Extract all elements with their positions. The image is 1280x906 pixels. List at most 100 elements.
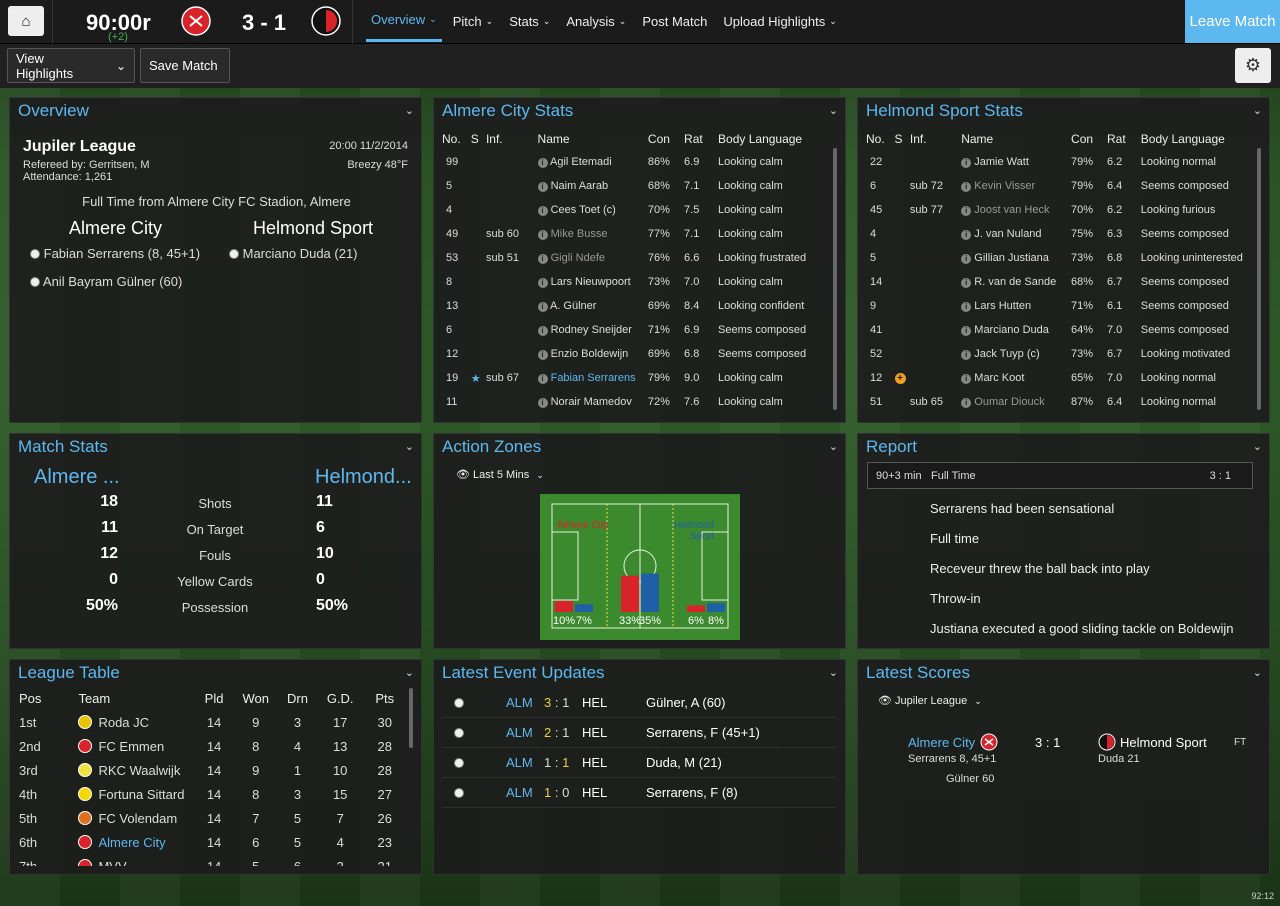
column-header[interactable]: Rat: [684, 128, 718, 150]
column-header[interactable]: Rat: [1107, 128, 1141, 150]
table-team[interactable]: Roda JC: [78, 710, 195, 734]
settings-button[interactable]: ⚙: [1235, 48, 1271, 83]
table-row[interactable]: 1st Roda JC 14 9 3 17 30: [19, 710, 405, 734]
leave-match-button[interactable]: Leave Match: [1185, 0, 1280, 43]
player-row[interactable]: 13 i A. Gülner 69% 8.4 Looking confident: [438, 294, 845, 318]
event-row[interactable]: ALM 2 : 1 HEL Serrarens, F (45+1): [442, 718, 836, 748]
column-header[interactable]: G.D.: [316, 686, 365, 710]
column-header[interactable]: Name: [961, 128, 1071, 150]
info-icon[interactable]: i: [961, 254, 972, 264]
scrollbar[interactable]: [833, 148, 837, 410]
chevron-down-icon[interactable]: ⌄: [829, 104, 838, 117]
table-row[interactable]: 2nd FC Emmen 14 8 4 13 28: [19, 734, 405, 758]
player-name[interactable]: i Cees Toet (c): [537, 198, 648, 222]
time-filter-dropdown[interactable]: 👁 Last 5 Mins ⌄: [456, 468, 544, 481]
scrollbar[interactable]: [409, 688, 413, 748]
player-name[interactable]: i Rodney Sneijder: [537, 318, 648, 342]
player-name[interactable]: i Jack Tuyp (c): [961, 342, 1071, 366]
info-icon[interactable]: i: [537, 182, 548, 192]
league-filter-dropdown[interactable]: 👁 Jupiler League ⌄: [878, 694, 982, 707]
column-header[interactable]: Con: [1071, 128, 1107, 150]
column-header[interactable]: Pos: [19, 686, 78, 710]
chevron-down-icon[interactable]: ⌄: [1253, 440, 1262, 453]
player-name[interactable]: i Kevin Visser: [961, 174, 1071, 198]
table-row[interactable]: 3rd RKC Waalwijk 14 9 1 10 28: [19, 758, 405, 782]
info-icon[interactable]: i: [537, 230, 548, 240]
column-header[interactable]: S: [471, 128, 486, 150]
player-name[interactable]: i Gillian Justiana: [961, 246, 1071, 270]
table-team[interactable]: Almere City: [78, 830, 195, 854]
player-name[interactable]: i Marciano Duda: [961, 318, 1071, 342]
player-row[interactable]: 19 ★ sub 67 i Fabian Serrarens 79% 9.0 Looking…: [438, 366, 845, 390]
player-name[interactable]: i Fabian Serrarens: [537, 366, 648, 390]
player-row[interactable]: 4 i Cees Toet (c) 70% 7.5 Looking calm: [438, 198, 845, 222]
tab-pitch[interactable]: Pitch ⌄: [448, 0, 498, 42]
scrollbar[interactable]: [1257, 148, 1261, 410]
info-icon[interactable]: i: [961, 350, 972, 360]
player-name[interactable]: i Marc Koot: [961, 366, 1071, 390]
info-icon[interactable]: i: [537, 278, 548, 288]
info-icon[interactable]: i: [537, 254, 548, 264]
player-name[interactable]: i Oumar Diouck: [961, 390, 1071, 414]
chevron-down-icon[interactable]: ⌄: [405, 104, 414, 117]
player-name[interactable]: i Mike Busse: [537, 222, 648, 246]
player-row[interactable]: 6 sub 72 i Kevin Visser 79% 6.4 Seems compose…: [862, 174, 1269, 198]
player-row[interactable]: 53 sub 51 i Gigli Ndefe 76% 6.6 Looking frust…: [438, 246, 845, 270]
player-name[interactable]: i Norair Mamedov: [537, 390, 648, 414]
player-row[interactable]: 4 i J. van Nuland 75% 6.3 Seems composed: [862, 222, 1269, 246]
player-name[interactable]: i Enzio Boldewijn: [537, 342, 648, 366]
column-header[interactable]: Pts: [364, 686, 405, 710]
column-header[interactable]: Inf.: [910, 128, 961, 150]
player-row[interactable]: 45 sub 77 i Joost van Heck 70% 6.2 Looking fu…: [862, 198, 1269, 222]
table-row[interactable]: 7th MVV 14 5 6 3 21: [19, 854, 405, 866]
player-name[interactable]: i Jamie Watt: [961, 150, 1071, 174]
column-header[interactable]: Won: [232, 686, 279, 710]
player-name[interactable]: i Joost van Heck: [961, 198, 1071, 222]
info-icon[interactable]: i: [961, 206, 972, 216]
player-row[interactable]: 51 sub 65 i Oumar Diouck 87% 6.4 Looking norm…: [862, 390, 1269, 414]
column-header[interactable]: Drn: [279, 686, 316, 710]
tab-overview[interactable]: Overview ⌄: [366, 0, 442, 42]
table-team[interactable]: Fortuna Sittard: [78, 782, 195, 806]
info-icon[interactable]: i: [961, 326, 972, 336]
chevron-down-icon[interactable]: ⌄: [829, 440, 838, 453]
column-header[interactable]: Body Language: [1141, 128, 1269, 150]
info-icon[interactable]: i: [961, 302, 972, 312]
event-row[interactable]: ALM 3 : 1 HEL Gülner, A (60): [442, 688, 836, 718]
table-team[interactable]: FC Volendam: [78, 806, 195, 830]
info-icon[interactable]: i: [537, 374, 548, 384]
home-team-link[interactable]: Almere City: [908, 735, 975, 750]
info-icon[interactable]: i: [961, 374, 972, 384]
tab-post-match[interactable]: Post Match: [637, 0, 712, 42]
column-header[interactable]: Inf.: [486, 128, 538, 150]
home-button[interactable]: ⌂: [8, 6, 44, 36]
table-team[interactable]: FC Emmen: [78, 734, 195, 758]
column-header[interactable]: Team: [78, 686, 195, 710]
player-name[interactable]: i Lars Nieuwpoort: [537, 270, 648, 294]
column-header[interactable]: S: [895, 128, 910, 150]
player-name[interactable]: i Gigli Ndefe: [537, 246, 648, 270]
table-row[interactable]: 5th FC Volendam 14 7 5 7 26: [19, 806, 405, 830]
player-row[interactable]: 52 i Jack Tuyp (c) 73% 6.7 Looking motivated: [862, 342, 1269, 366]
player-row[interactable]: 5 i Gillian Justiana 73% 6.8 Looking uninter…: [862, 246, 1269, 270]
column-header[interactable]: No.: [438, 128, 471, 150]
info-icon[interactable]: i: [537, 206, 548, 216]
info-icon[interactable]: i: [537, 158, 548, 168]
chevron-down-icon[interactable]: ⌄: [1253, 104, 1262, 117]
player-row[interactable]: 8 i Lars Nieuwpoort 73% 7.0 Looking calm: [438, 270, 845, 294]
column-header[interactable]: Body Language: [718, 128, 845, 150]
chevron-down-icon[interactable]: ⌄: [1253, 666, 1262, 679]
view-highlights-dropdown[interactable]: View Highlights ⌄: [7, 48, 135, 83]
player-name[interactable]: i Naim Aarab: [537, 174, 648, 198]
away-team-link[interactable]: Helmond Sport: [1120, 735, 1207, 750]
player-name[interactable]: i J. van Nuland: [961, 222, 1071, 246]
chevron-down-icon[interactable]: ⌄: [405, 666, 414, 679]
player-name[interactable]: i Agil Etemadi: [537, 150, 648, 174]
player-name[interactable]: i A. Gülner: [537, 294, 648, 318]
player-row[interactable]: 22 i Jamie Watt 79% 6.2 Looking normal: [862, 150, 1269, 174]
player-row[interactable]: 11 i Norair Mamedov 72% 7.6 Looking calm: [438, 390, 845, 414]
column-header[interactable]: Pld: [196, 686, 233, 710]
column-header[interactable]: Name: [538, 128, 648, 150]
event-row[interactable]: ALM 1 : 0 HEL Serrarens, F (8): [442, 778, 836, 808]
table-team[interactable]: RKC Waalwijk: [78, 758, 195, 782]
